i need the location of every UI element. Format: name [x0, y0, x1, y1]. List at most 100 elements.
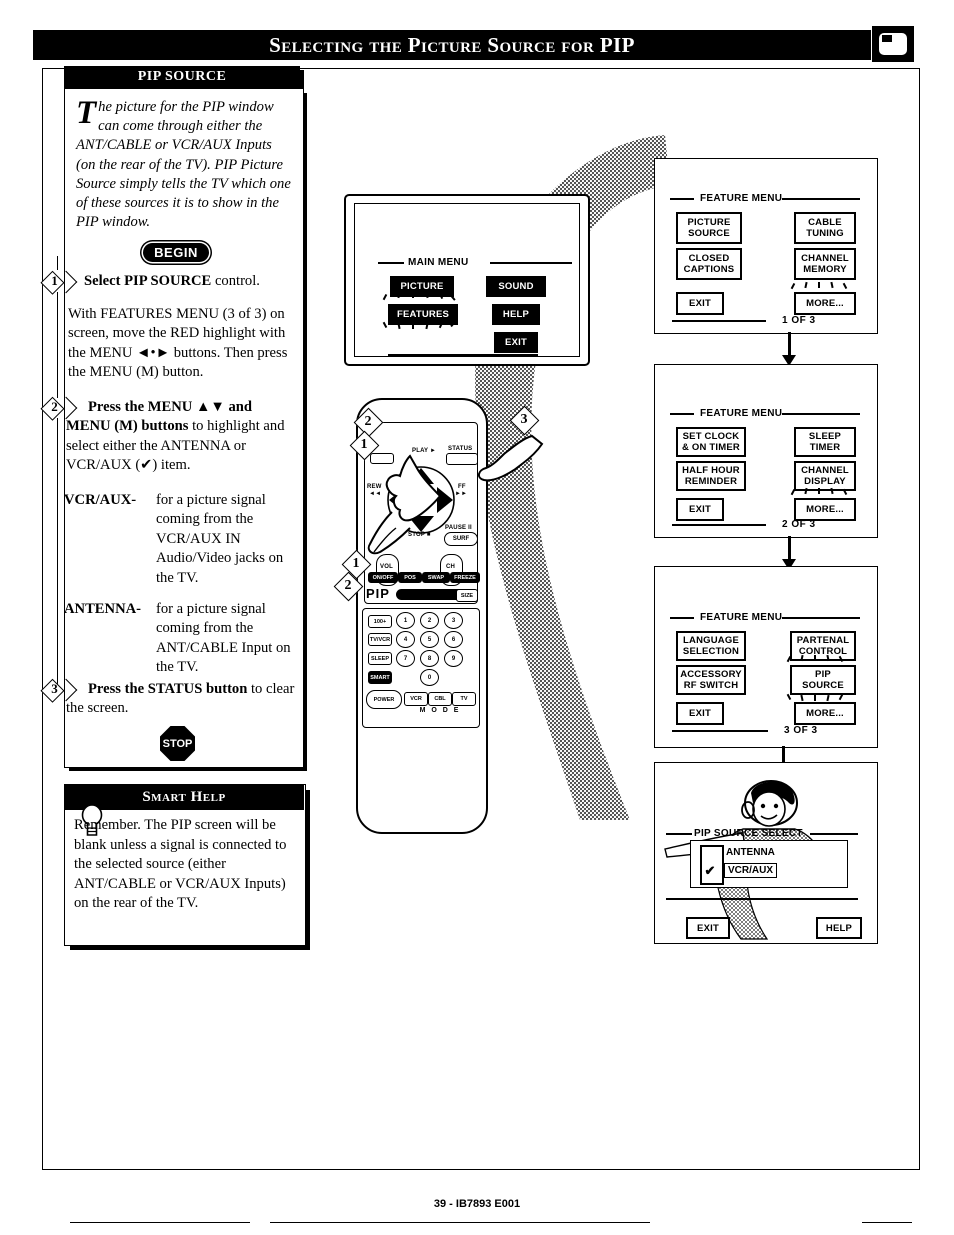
pip-source-select-title: PIP SOURCE SELECT — [694, 828, 803, 839]
drop-cap: T — [76, 95, 97, 131]
remote-mode-cbl-button[interactable]: CBL — [428, 692, 452, 706]
intro-paragraph: The picture for the PIP window can come … — [76, 95, 294, 232]
remote-key-3[interactable]: 3 — [444, 612, 463, 629]
pointing-hand-status — [478, 434, 544, 482]
page-footer: 39 - IB7893 E001 — [433, 1198, 521, 1210]
step-1-marker: 1 — [40, 270, 78, 295]
feature-menu-2-half-hour-reminder[interactable]: HALF HOUR REMINDER — [676, 461, 746, 491]
definition-desc: for a picture signal coming from the VCR… — [156, 492, 284, 586]
feature-menu-3-more[interactable]: MORE... — [794, 702, 856, 725]
step-1-heading-lead: Select — [84, 273, 125, 289]
feature-menu-1-picture-source[interactable]: PICTURE SOURCE — [676, 212, 742, 244]
crop-mark-left — [70, 1222, 250, 1223]
step-1-rule-top — [57, 256, 58, 270]
tv-set — [344, 194, 590, 366]
tv-menu-button-help[interactable]: HELP — [492, 304, 540, 325]
feature-menu-2-bottom-rule — [672, 524, 766, 526]
definition-row: ANTENNA- for a picture signal coming fro… — [64, 600, 302, 690]
tv-set-inner-bezel — [354, 203, 580, 357]
step-1-heading-rest: control. — [211, 273, 260, 289]
step-1-body: With FEATURES MENU (3 of 3) on screen, m… — [68, 306, 288, 381]
feature-menu-1-title: FEATURE MENU — [700, 193, 783, 204]
feature-menu-2-set-clock[interactable]: SET CLOCK & ON TIMER — [676, 427, 746, 457]
feature-menu-2-sleep-timer[interactable]: SLEEP TIMER — [794, 427, 856, 457]
remote-key-5[interactable]: 5 — [420, 631, 439, 648]
feature-menu-3-exit[interactable]: EXIT — [676, 702, 724, 725]
feature-menu-3-rule-left — [670, 617, 694, 619]
remote-key-9[interactable]: 9 — [444, 650, 463, 667]
begin-badge: BEGIN — [143, 243, 209, 262]
remote-mode-vcr-button[interactable]: VCR — [404, 692, 428, 706]
crop-mark-center — [270, 1222, 650, 1223]
remote-key-7[interactable]: 7 — [396, 650, 415, 667]
pip-source-option-antenna[interactable]: ANTENNA — [726, 847, 775, 858]
feature-menu-3-page-label: 3 OF 3 — [784, 725, 818, 736]
remote-key-0[interactable]: 0 — [420, 669, 439, 686]
remote-mode-label: M O D E — [419, 707, 461, 714]
feature-menu-2-exit[interactable]: EXIT — [676, 498, 724, 521]
tv-menu-button-sound[interactable]: SOUND — [486, 276, 546, 297]
feature-menu-2-rule-left — [670, 413, 694, 415]
feature-menu-3-rule-right — [782, 617, 860, 619]
remote-key-6[interactable]: 6 — [444, 631, 463, 648]
smart-help-text: Remember. The PIP screen will be blank u… — [74, 817, 287, 912]
arrow-panel2-to-panel3 — [782, 536, 796, 570]
feature-menu-2-channel-display[interactable]: CHANNEL DISPLAY — [794, 461, 856, 491]
pip-select-rule-right — [810, 833, 858, 835]
remote-key-8[interactable]: 8 — [420, 650, 439, 667]
page-title: Selecting the Picture Source for PIP — [269, 33, 635, 57]
feature-menu-1-bottom-rule — [672, 320, 766, 322]
feature-menu-1-exit[interactable]: EXIT — [676, 292, 724, 315]
main-menu-rule-left — [378, 262, 404, 264]
feature-menu-1-page-label: 1 OF 3 — [782, 315, 816, 326]
pip-window-shape — [882, 35, 892, 42]
manual-page: Selecting the Picture Source for PIP PIP… — [0, 0, 954, 1235]
remote-tv-vcr-button[interactable]: TV/VCR — [368, 633, 392, 646]
remote-mode-tv-button[interactable]: TV — [452, 692, 476, 706]
step-3-heading-bold: Press the STATUS button — [88, 681, 248, 697]
pip-source-tab: PIP SOURCE — [64, 66, 300, 88]
remote-smart-button[interactable]: SMART — [368, 671, 392, 684]
feature-menu-2-rule-right — [782, 413, 860, 415]
remote-callout-2-bottom: 2 — [333, 571, 370, 602]
definition-term: VCR/AUX- — [64, 492, 137, 508]
source-definitions: VCR/AUX- for a picture signal coming fro… — [64, 491, 302, 690]
step-1-rule-bottom — [57, 292, 58, 398]
feature-menu-1-cable-tuning[interactable]: CABLE TUNING — [794, 212, 856, 244]
intro-text: he picture for the PIP window can come t… — [76, 99, 291, 231]
remote-key-2[interactable]: 2 — [420, 612, 439, 629]
stop-badge: STOP — [160, 726, 195, 761]
step-2-rule — [57, 418, 58, 686]
remote-key-4[interactable]: 4 — [396, 631, 415, 648]
pip-select-help-button[interactable]: HELP — [816, 917, 862, 939]
remote-key-1[interactable]: 1 — [396, 612, 415, 629]
feature-menu-3-accessory-rf-switch[interactable]: ACCESSORY RF SWITCH — [676, 665, 746, 695]
feature-menu-1-more[interactable]: MORE... — [794, 292, 856, 315]
feature-menu-3-pip-source[interactable]: PIP SOURCE — [790, 665, 856, 695]
feature-menu-2-more[interactable]: MORE... — [794, 498, 856, 521]
pip-select-rule-left — [666, 833, 692, 835]
tv-menu-button-picture[interactable]: PICTURE — [390, 276, 454, 297]
feature-menu-3-parental-control[interactable]: PARTENAL CONTROL — [790, 631, 856, 661]
remote-power-button[interactable]: POWER — [366, 690, 402, 709]
remote-callout-2-top: 2 — [353, 407, 390, 438]
tv-menu-button-features[interactable]: FEATURES — [388, 304, 458, 325]
definition-row: VCR/AUX- for a picture signal coming fro… — [64, 491, 302, 600]
feature-menu-3-language-selection[interactable]: LANGUAGE SELECTION — [676, 631, 746, 661]
feature-menu-1-rule-left — [670, 198, 694, 200]
feature-menu-1-closed-captions[interactable]: CLOSED CAPTIONS — [676, 248, 742, 280]
main-menu-title: MAIN MENU — [408, 257, 469, 268]
feature-menu-1-channel-memory[interactable]: CHANNEL MEMORY — [794, 248, 856, 280]
tv-menu-button-exit[interactable]: EXIT — [494, 332, 538, 353]
pip-source-option-vcr-aux[interactable]: VCR/AUX — [724, 863, 778, 878]
pip-select-exit-button[interactable]: EXIT — [686, 917, 730, 939]
step-1-heading: Select PIP SOURCE control. — [84, 272, 294, 291]
crop-mark-right — [862, 1222, 912, 1223]
remote-sleep-button[interactable]: SLEEP — [368, 652, 392, 665]
main-menu-rule-right — [490, 262, 572, 264]
remote-100plus-button[interactable]: 100+ — [368, 615, 392, 628]
pip-select-bottom-rule — [666, 898, 858, 900]
tv-pip-icon — [872, 26, 914, 62]
definition-term: ANTENNA- — [64, 601, 142, 618]
feature-menu-3-bottom-rule — [672, 730, 768, 732]
